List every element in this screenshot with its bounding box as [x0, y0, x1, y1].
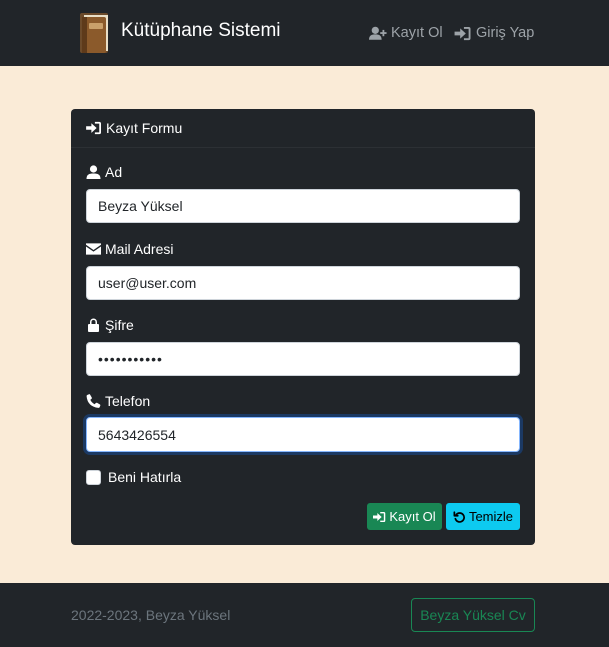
name-label-text: Ad: [105, 164, 123, 180]
sign-in-icon: [373, 511, 386, 522]
phone-icon: [86, 394, 101, 408]
user-plus-icon: [369, 26, 387, 40]
sign-in-icon: [454, 26, 471, 40]
nav-register-link[interactable]: Kayıt Ol: [369, 25, 443, 41]
cv-button[interactable]: Beyza Yüksel Cv: [411, 598, 535, 632]
sign-in-icon: [86, 121, 101, 135]
nav-login-label: Giriş Yap: [476, 25, 535, 41]
email-label-text: Mail Adresi: [105, 241, 174, 257]
clear-button[interactable]: Temizle: [446, 503, 520, 530]
navbar: Kütüphane Sistemi Kayıt Ol Giriş Yap: [0, 0, 609, 66]
nav-register-label: Kayıt Ol: [391, 25, 443, 41]
user-icon: [86, 165, 101, 179]
undo-icon: [453, 510, 465, 523]
book-logo-icon[interactable]: [77, 11, 111, 55]
password-label-text: Şifre: [105, 317, 134, 333]
brand-title[interactable]: Kütüphane Sistemi: [121, 20, 281, 42]
card-header: Kayıt Formu: [71, 109, 535, 148]
phone-label-text: Telefon: [105, 393, 151, 409]
clear-button-label: Temizle: [468, 509, 514, 524]
remember-label: Beni Hatırla: [108, 469, 182, 485]
email-input[interactable]: [86, 266, 520, 300]
footer-copyright: 2022-2023, Beyza Yüksel: [71, 607, 231, 623]
phone-input[interactable]: [86, 417, 520, 452]
envelope-icon: [86, 243, 101, 255]
register-button[interactable]: Kayıt Ol: [367, 503, 442, 530]
register-button-label: Kayıt Ol: [389, 509, 436, 524]
phone-label: Telefon: [86, 393, 150, 409]
nav-login-link[interactable]: Giriş Yap: [454, 25, 534, 41]
password-label: Şifre: [86, 317, 134, 333]
password-input[interactable]: [86, 342, 520, 376]
footer: 2022-2023, Beyza Yüksel Beyza Yüksel Cv: [0, 583, 609, 647]
name-label: Ad: [86, 164, 122, 180]
email-label: Mail Adresi: [86, 241, 173, 257]
register-card: Kayıt Formu Ad Mail Adresi Şifre Telefon: [71, 109, 535, 545]
remember-checkbox[interactable]: [86, 469, 101, 485]
remember-me[interactable]: Beni Hatırla: [86, 469, 181, 485]
name-input[interactable]: [86, 189, 520, 223]
lock-icon: [88, 318, 99, 332]
card-title: Kayıt Formu: [106, 120, 183, 136]
